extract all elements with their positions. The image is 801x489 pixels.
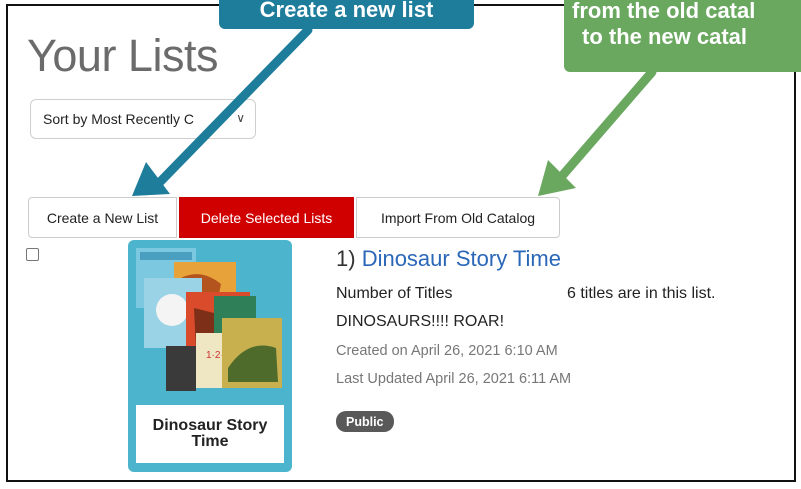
callout-arrows — [132, 25, 657, 196]
import-callout: from the old catal to the new catal — [564, 0, 801, 72]
create-list-callout-text: Create a new list — [259, 0, 434, 22]
import-callout-line-2: to the new catal — [582, 24, 748, 49]
import-callout-line-1: from the old catal — [572, 0, 756, 23]
create-list-callout: Create a new list — [219, 0, 474, 29]
blue-arrow-shaft — [155, 25, 313, 187]
green-arrow-shaft — [557, 67, 657, 181]
